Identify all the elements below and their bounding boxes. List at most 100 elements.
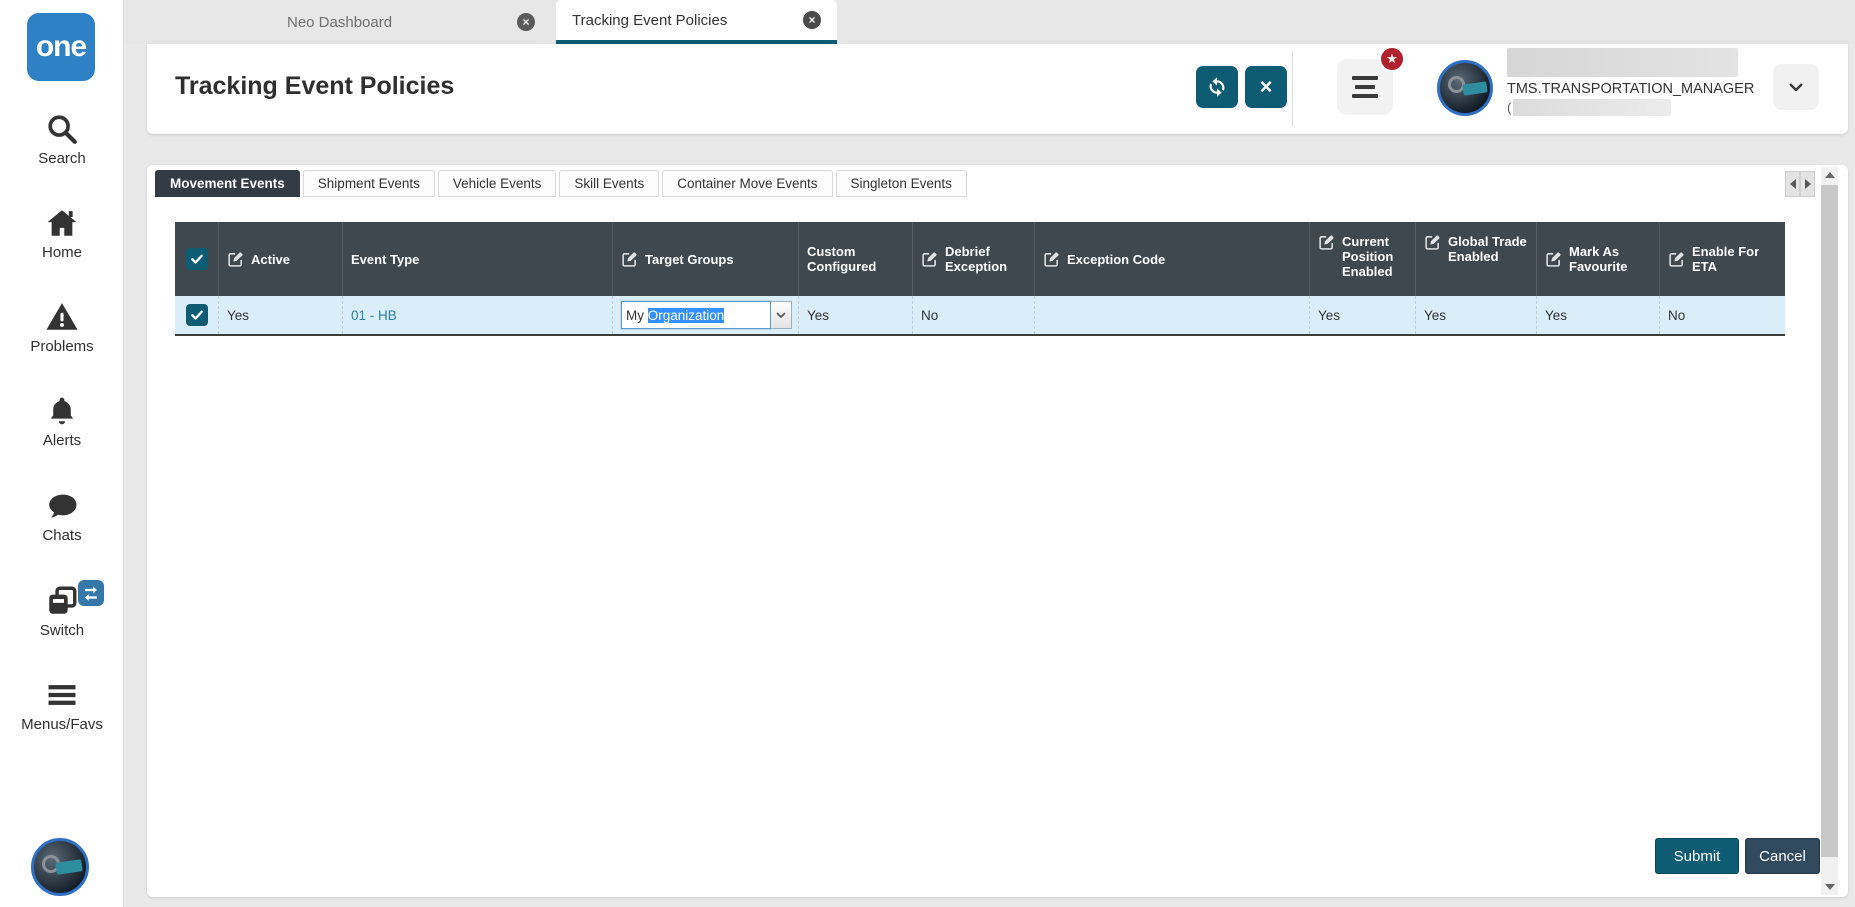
edit-icon [1425,235,1440,250]
switch-arrows-badge[interactable] [78,580,104,606]
cell-active[interactable]: Yes [219,296,343,334]
view-tab-label: Skill Events [574,176,645,191]
sidebar-label: Chats [42,527,82,544]
column-header-target-groups[interactable]: Target Groups [613,222,799,296]
column-label: Exception Code [1067,251,1166,267]
cell-value: Yes [807,307,830,323]
edit-icon [1044,251,1059,267]
column-header-active[interactable]: Active [219,222,343,296]
cancel-button[interactable]: Cancel [1745,838,1820,874]
window-tab-label: Tracking Event Policies [572,11,728,29]
refresh-button[interactable] [1196,66,1238,108]
target-groups-combobox[interactable]: My Organization [620,300,792,330]
view-tab-shipment-events[interactable]: Shipment Events [302,170,435,197]
policies-grid: Active Event Type Target Groups Custom C… [175,222,1785,336]
view-tab-label: Container Move Events [677,176,818,191]
title-bar: Tracking Event Policies × ★ TMS.TRANSPOR… [147,44,1848,134]
cell-exception-code[interactable] [1035,296,1310,334]
view-tab-label: Movement Events [170,176,285,191]
bell-icon [50,397,74,425]
select-all-checkbox[interactable] [185,248,208,270]
check-icon [190,254,203,264]
sidebar-item-problems[interactable]: Problems [0,300,124,356]
one-logo[interactable]: one [27,13,95,81]
cell-current-position-enabled[interactable]: Yes [1310,296,1416,334]
scroll-tabs-left-button[interactable] [1785,171,1800,197]
column-label: Event Type [351,251,420,267]
column-header-exception-code[interactable]: Exception Code [1035,222,1310,296]
cell-debrief-exception[interactable]: No [913,296,1035,334]
close-view-button[interactable]: × [1245,66,1287,108]
view-tab-movement-events[interactable]: Movement Events [155,170,300,197]
user-menu-chevron-button[interactable] [1773,64,1819,110]
edit-icon [622,251,637,267]
arrow-down-icon [1824,884,1835,890]
cell-value: No [921,307,939,323]
window-tab-neo-dashboard[interactable]: Neo Dashboard × [271,0,551,44]
sidebar-item-search[interactable]: Search [0,112,124,168]
cell-enable-for-eta[interactable]: No [1660,296,1785,334]
view-tab-singleton-events[interactable]: Singleton Events [835,170,967,197]
sidebar-item-alerts[interactable]: Alerts [0,394,124,450]
row-select-cell [175,296,219,334]
vertical-scrollbar[interactable] [1821,167,1838,895]
combo-dropdown-button[interactable] [771,301,792,329]
column-header-mark-as-favourite[interactable]: Mark As Favourite [1537,222,1660,296]
cell-target-groups: My Organization [613,296,799,334]
column-label: Current Position Enabled [1342,234,1394,279]
user-org-paren: ( [1507,100,1512,115]
column-header-global-trade-enabled[interactable]: Global Trade Enabled [1416,222,1537,296]
user-avatar[interactable] [1437,60,1493,116]
check-icon [190,310,203,320]
target-groups-input[interactable]: My Organization [620,300,772,330]
cell-value: Yes [1545,307,1568,323]
combo-text: My [626,307,648,323]
edit-icon [1546,251,1561,267]
sidebar-item-menus-favs[interactable]: Menus/Favs [0,678,124,734]
swap-arrows-icon [85,586,97,601]
window-tab-tracking-event-policies[interactable]: Tracking Event Policies × [556,0,837,44]
arrow-up-icon [1824,172,1835,178]
user-role-text: TMS.TRANSPORTATION_MANAGER [1507,81,1755,97]
scrollbar-thumb[interactable] [1821,185,1838,857]
sidebar-item-home[interactable]: Home [0,206,124,262]
view-tab-skill-events[interactable]: Skill Events [559,170,660,197]
favourite-star-badge: ★ [1379,46,1405,72]
close-tab-icon[interactable]: × [803,11,821,29]
combo-selected-text: Organization [647,307,725,323]
cell-value: No [1668,307,1686,323]
scroll-tabs-right-button[interactable] [1800,171,1815,197]
row-checkbox[interactable] [185,304,208,326]
submit-button[interactable]: Submit [1655,838,1739,874]
scroll-up-button[interactable] [1821,167,1838,183]
cell-event-type: 01 - HB [343,296,613,334]
chevron-left-icon [1789,179,1796,189]
sidebar-user-avatar[interactable] [31,838,89,896]
content-panel: Movement Events Shipment Events Vehicle … [147,165,1848,897]
chevron-down-icon [1789,83,1803,92]
scroll-down-button[interactable] [1821,879,1838,895]
column-header-enable-for-eta[interactable]: Enable For ETA [1660,222,1785,296]
column-header-debrief-exception[interactable]: Debrief Exception [913,222,1035,296]
sidebar-label: Menus/Favs [21,716,103,733]
view-tab-container-move-events[interactable]: Container Move Events [662,170,833,197]
cell-mark-as-favourite[interactable]: Yes [1537,296,1660,334]
column-header-current-position-enabled[interactable]: Current Position Enabled [1310,222,1416,296]
cell-global-trade-enabled[interactable]: Yes [1416,296,1537,334]
redacted-user-name [1507,48,1738,77]
sidebar-item-chats[interactable]: Chats [0,489,124,545]
sidebar-item-switch[interactable]: Switch [0,580,124,640]
avatar-visor [1462,81,1488,96]
sidebar-label: Home [41,244,82,261]
event-type-link[interactable]: 01 - HB [351,308,397,323]
close-tab-icon[interactable]: × [517,13,535,31]
refresh-icon [1209,77,1225,97]
column-label: Mark As Favourite [1569,244,1628,274]
column-header-custom-configured[interactable]: Custom Configured [799,222,913,296]
column-header-event-type[interactable]: Event Type [343,222,613,296]
edit-icon [1669,251,1684,267]
search-icon [48,115,77,144]
view-tab-vehicle-events[interactable]: Vehicle Events [437,170,557,197]
cell-value: Yes [1424,307,1447,323]
user-info: TMS.TRANSPORTATION_MANAGER ( [1507,48,1755,116]
